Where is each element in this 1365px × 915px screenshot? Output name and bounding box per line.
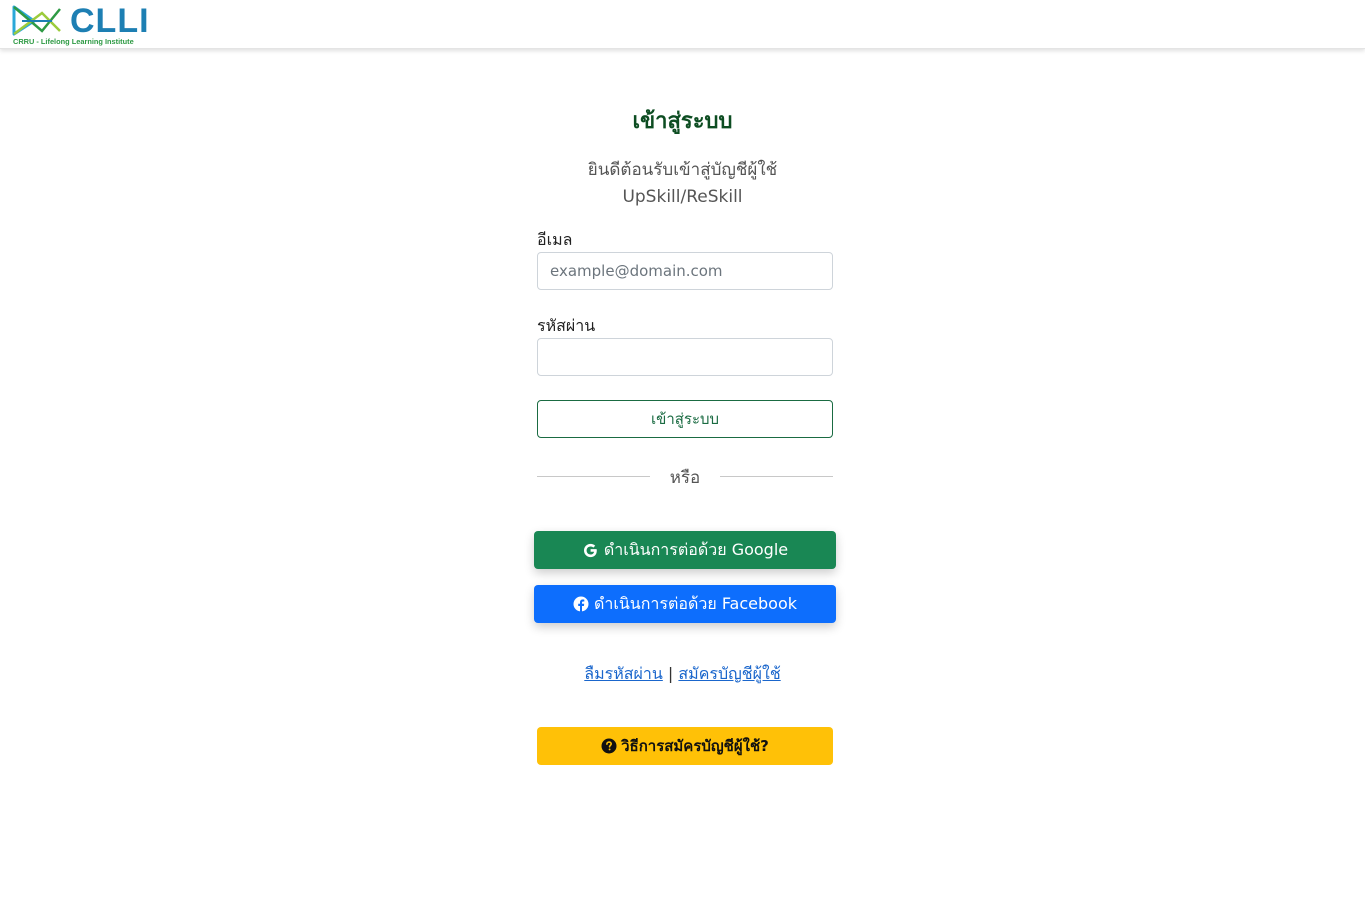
password-label: รหัสผ่าน (537, 316, 596, 335)
password-field[interactable] (537, 338, 833, 376)
google-login-button[interactable]: ดำเนินการต่อด้วย Google (534, 531, 836, 569)
welcome-text: ยินดีต้อนรับเข้าสู่บัญชีผู้ใช้ UpSkill/R… (0, 157, 1365, 211)
logo-mark-icon (12, 5, 61, 36)
links-separator: | (667, 664, 674, 683)
divider-text: หรือ (669, 468, 701, 488)
welcome-line-2: UpSkill/ReSkill (622, 187, 743, 207)
facebook-login-label: ดำเนินการต่อด้วย Facebook (594, 593, 797, 613)
how-to-register-label: วิธีการสมัครบัญชีผู้ใช้? (621, 737, 769, 755)
account-links: ลืมรหัสผ่าน | สมัครบัญชีผู้ใช้ (0, 662, 1365, 687)
google-icon (582, 542, 599, 559)
divider-line-right (720, 476, 833, 477)
facebook-login-button[interactable]: ดำเนินการต่อด้วย Facebook (534, 585, 836, 623)
logo-subtitle: CRRU - Lifelong Learning Institute (13, 37, 134, 46)
email-field[interactable] (537, 252, 833, 290)
clli-logo[interactable]: CLLI CRRU - Lifelong Learning Institute (12, 2, 152, 47)
how-to-register-button[interactable]: วิธีการสมัครบัญชีผู้ใช้? (537, 727, 833, 765)
login-title: เข้าสู่ระบบ (632, 109, 733, 134)
email-label: อีเมล (537, 230, 573, 249)
question-circle-icon (601, 738, 617, 754)
register-link[interactable]: สมัครบัญชีผู้ใช้ (678, 664, 780, 683)
divider-line-left (537, 476, 650, 477)
top-navbar: CLLI CRRU - Lifelong Learning Institute (0, 0, 1365, 49)
forgot-password-link[interactable]: ลืมรหัสผ่าน (584, 664, 663, 683)
welcome-line-1: ยินดีต้อนรับเข้าสู่บัญชีผู้ใช้ (587, 160, 778, 180)
google-login-label: ดำเนินการต่อด้วย Google (603, 539, 789, 559)
facebook-icon (573, 596, 589, 612)
login-button[interactable]: เข้าสู่ระบบ (537, 400, 833, 438)
logo-text: CLLI (70, 2, 150, 40)
